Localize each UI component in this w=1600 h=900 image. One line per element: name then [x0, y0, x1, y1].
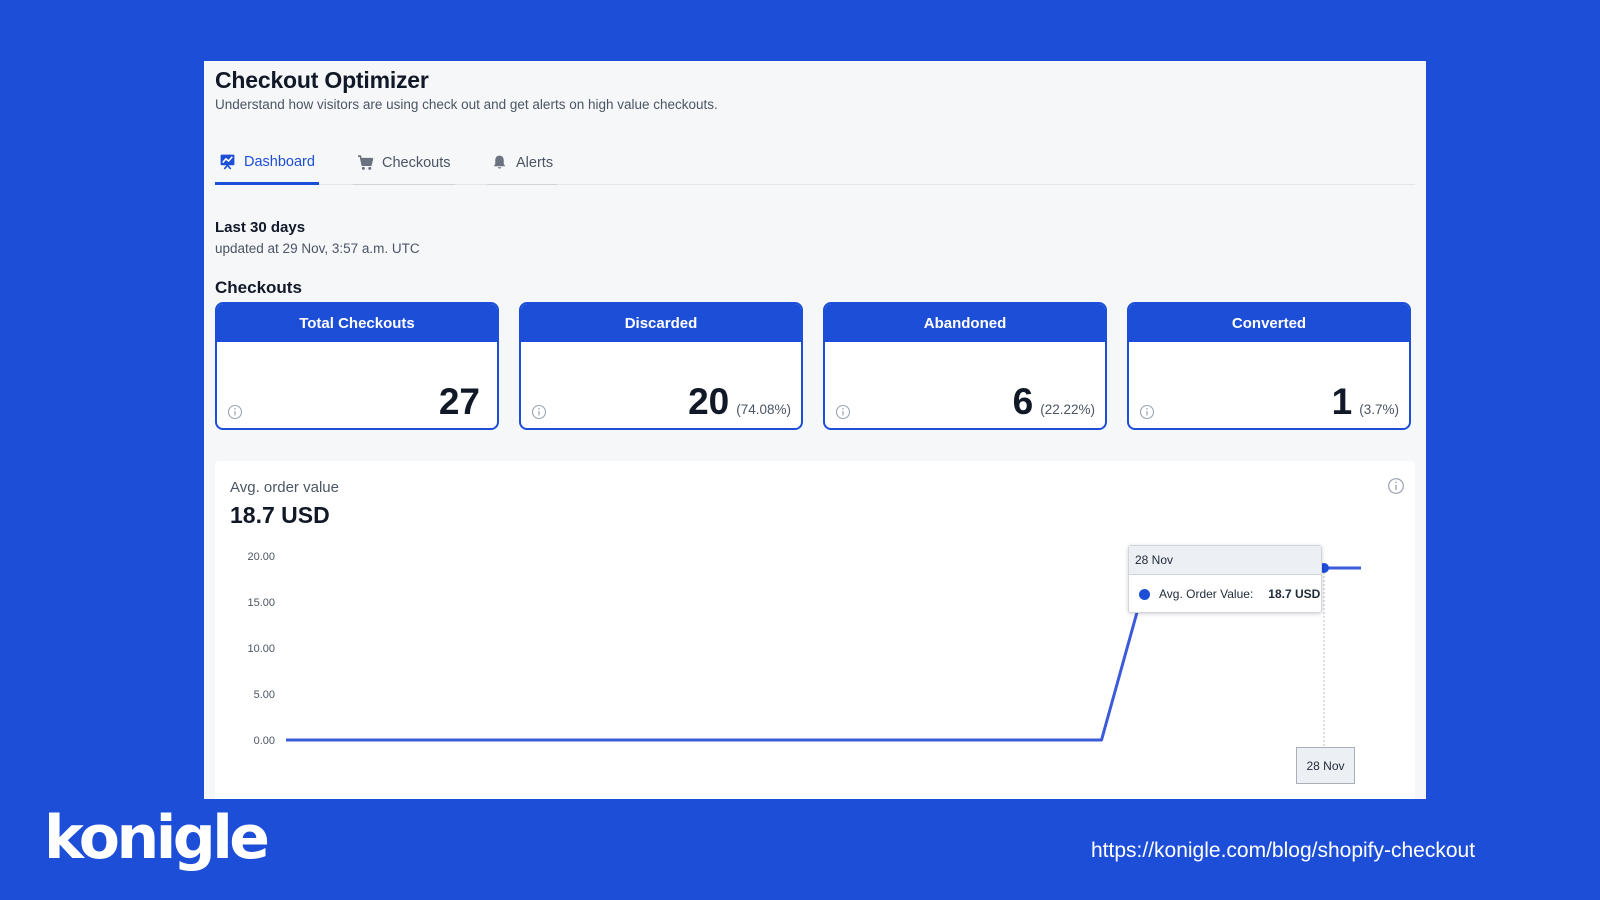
card-percent: (3.7%) — [1359, 402, 1399, 417]
tooltip-date: 28 Nov — [1129, 546, 1321, 575]
y-tick-label: 5.00 — [254, 689, 275, 701]
card-value-group: 27 — [439, 383, 487, 420]
y-tick-label: 15.00 — [247, 597, 275, 609]
card-value: 20 — [688, 381, 730, 422]
bell-icon — [493, 155, 506, 169]
page-title: Checkout Optimizer — [215, 67, 429, 93]
card-abandoned: Abandoned 6 (22.22%) — [823, 302, 1107, 430]
cart-icon — [358, 155, 374, 170]
chart-label: Avg. order value — [230, 479, 339, 496]
card-total-checkouts: Total Checkouts 27 — [215, 302, 499, 430]
tab-alerts-label: Alerts — [516, 154, 554, 171]
card-discarded: Discarded 20 (74.08%) — [519, 302, 803, 430]
tab-dashboard[interactable]: Dashboard — [215, 141, 319, 185]
card-value-group: 1 (3.7%) — [1332, 383, 1399, 420]
card-title: Discarded — [521, 304, 801, 342]
chart-tooltip: 28 Nov Avg. Order Value: 18.7 USD — [1128, 545, 1322, 613]
tooltip-value: 18.7 USD — [1268, 587, 1321, 601]
card-value: 6 — [1012, 381, 1034, 422]
konigle-logo: konigle — [44, 803, 270, 873]
tooltip-series-label: Avg. Order Value: — [1159, 587, 1254, 601]
info-icon[interactable] — [227, 404, 243, 420]
card-percent: (22.22%) — [1040, 402, 1095, 417]
tooltip-row: Avg. Order Value: 18.7 USD — [1129, 575, 1321, 613]
x-axis-tooltip: 28 Nov — [1296, 747, 1355, 784]
y-tick-label: 20.00 — [247, 551, 275, 563]
info-icon[interactable] — [835, 404, 851, 420]
card-value-group: 6 (22.22%) — [1013, 383, 1095, 420]
checkout-optimizer-panel: Checkout Optimizer Understand how visito… — [204, 61, 1426, 799]
period-title: Last 30 days — [215, 219, 306, 236]
dashboard-chart-icon — [220, 154, 235, 170]
y-tick-label: 10.00 — [247, 643, 275, 655]
series-dot-icon — [1139, 588, 1150, 600]
info-icon[interactable] — [531, 404, 547, 420]
card-title: Converted — [1129, 304, 1409, 342]
card-title: Total Checkouts — [217, 304, 497, 342]
checkouts-section-title: Checkouts — [215, 278, 302, 297]
chart-value: 18.7 USD — [230, 502, 330, 528]
tab-alerts[interactable]: Alerts — [487, 141, 558, 185]
tab-bar: Dashboard Checkouts Alerts — [215, 141, 1415, 185]
card-converted: Converted 1 (3.7%) — [1127, 302, 1411, 430]
card-value: 1 — [1331, 381, 1353, 422]
page-subtitle: Understand how visitors are using check … — [215, 97, 718, 112]
footer-url: https://konigle.com/blog/shopify-checkou… — [1091, 839, 1476, 862]
updated-timestamp: updated at 29 Nov, 3:57 a.m. UTC — [215, 241, 420, 256]
y-tick-label: 0.00 — [254, 735, 275, 747]
info-icon[interactable] — [1387, 477, 1405, 495]
tab-checkouts[interactable]: Checkouts — [353, 141, 455, 185]
line-chart[interactable]: 20.00 15.00 10.00 5.00 0.00 — [215, 461, 1415, 799]
tab-checkouts-label: Checkouts — [382, 154, 451, 171]
card-value: 27 — [438, 381, 480, 422]
avg-order-value-chart: 20.00 15.00 10.00 5.00 0.00 Avg. order value… — [215, 461, 1415, 799]
card-value-group: 20 (74.08%) — [688, 383, 791, 420]
tab-dashboard-label: Dashboard — [244, 153, 315, 170]
card-percent: (74.08%) — [736, 402, 791, 417]
card-title: Abandoned — [825, 304, 1105, 342]
info-icon[interactable] — [1139, 404, 1155, 420]
